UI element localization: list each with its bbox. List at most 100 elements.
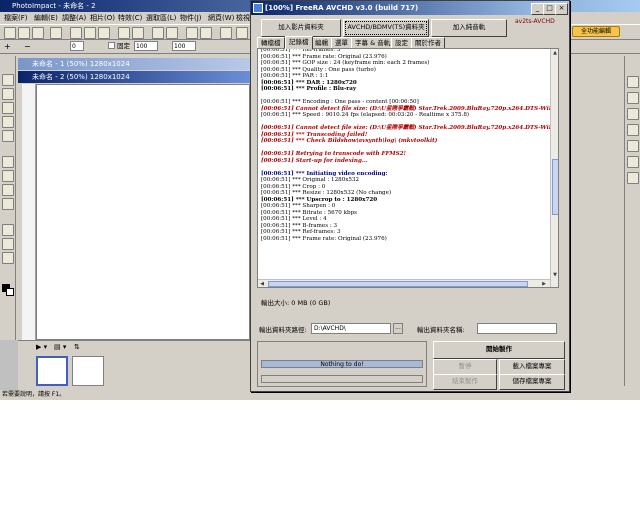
pick-tool-icon[interactable] bbox=[2, 74, 14, 86]
redo-icon[interactable] bbox=[132, 27, 144, 39]
paste-icon[interactable] bbox=[98, 27, 110, 39]
play-icon[interactable]: ▶ ▾ bbox=[36, 343, 47, 351]
progress-bar: Nothing to do! bbox=[261, 360, 423, 368]
panel-icon-5[interactable] bbox=[627, 140, 639, 152]
image-canvas[interactable] bbox=[36, 84, 250, 340]
log-vertical-scrollbar[interactable]: ▲ ▼ bbox=[550, 49, 558, 287]
menu-photo[interactable]: 相片(O) bbox=[90, 13, 115, 23]
app-title: PhotoImpact - 未命名 - 2 bbox=[12, 2, 96, 10]
menu-file[interactable]: 檔案(F) bbox=[4, 13, 28, 23]
text-tool-icon[interactable] bbox=[2, 116, 14, 128]
progress-area: Nothing to do! bbox=[257, 341, 427, 387]
document-window-1-title[interactable]: 未命名 - 1 (50%) 1280x1024 bbox=[18, 58, 250, 70]
scroll-up-icon[interactable]: ▲ bbox=[551, 49, 558, 57]
print-icon[interactable] bbox=[50, 27, 62, 39]
crop-tool-icon[interactable] bbox=[2, 102, 14, 114]
freera-dialog: [100%] FreeRA AVCHD v3.0 (build 717) _ □… bbox=[250, 0, 570, 392]
secondary-progress-bar bbox=[261, 375, 423, 383]
ruler-icon[interactable] bbox=[200, 27, 212, 39]
document-manager-tab[interactable] bbox=[0, 340, 18, 390]
output-folder-input[interactable]: D:\AVCHD\ bbox=[311, 323, 391, 334]
version-note: av2ts-AVCHD bbox=[515, 18, 555, 25]
scroll-down-icon[interactable]: ▼ bbox=[551, 271, 558, 279]
output-size-label: 輸出大小: 0 MB (0 GB) bbox=[261, 299, 331, 307]
eye-tool-icon[interactable] bbox=[2, 156, 14, 168]
help-icon[interactable] bbox=[220, 27, 232, 39]
log-horizontal-scrollbar[interactable]: ◀ ▶ bbox=[258, 279, 550, 287]
avchd-folder-button[interactable]: AVCHD/BDMV(TS)資料夾 bbox=[343, 19, 429, 37]
grid-icon[interactable] bbox=[186, 27, 198, 39]
tool-panel bbox=[0, 56, 16, 346]
menu-web[interactable]: 網頁(W) bbox=[208, 13, 234, 23]
save-file-icon[interactable] bbox=[32, 27, 44, 39]
log-line: [00:06:51] Cannot detect file size: (D:\… bbox=[261, 125, 558, 131]
eraser-tool-icon[interactable] bbox=[2, 198, 14, 210]
fill-tool-icon[interactable] bbox=[2, 252, 14, 264]
status-text: 若需要說明，請按 F1。 bbox=[2, 391, 66, 398]
toolbar-value-field[interactable]: 0 bbox=[70, 41, 84, 51]
cut-icon[interactable] bbox=[70, 27, 82, 39]
dialog-title: [100%] FreeRA AVCHD v3.0 (build 717) bbox=[265, 4, 419, 12]
document-2-label: 未命名 - 2 (50%) 1280x1024 bbox=[32, 73, 130, 81]
background-color-swatch[interactable] bbox=[6, 288, 14, 296]
lasso-tool-icon[interactable] bbox=[2, 88, 14, 100]
document-1-label: 未命名 - 1 (50%) 1280x1024 bbox=[32, 60, 130, 68]
undo-icon[interactable] bbox=[118, 27, 130, 39]
app-icon bbox=[253, 3, 263, 13]
clone-tool-icon[interactable] bbox=[2, 184, 14, 196]
menu-effect[interactable]: 特效(C) bbox=[118, 13, 142, 23]
load-project-button[interactable]: 載入檔案專案 bbox=[499, 359, 565, 375]
list-view-icon[interactable]: ▤ ▾ bbox=[54, 343, 66, 351]
document-thumbnail-1[interactable] bbox=[36, 356, 68, 386]
menu-object[interactable]: 物件(J) bbox=[180, 13, 202, 23]
menu-adjust[interactable]: 調整(A) bbox=[62, 13, 86, 23]
scroll-left-icon[interactable]: ◀ bbox=[258, 280, 266, 287]
log-textbox[interactable]: [00:06:51] *** Ref-frames: 3 [00:06:51] *… bbox=[257, 48, 559, 288]
dialog-title-bar[interactable]: [100%] FreeRA AVCHD v3.0 (build 717) bbox=[251, 1, 569, 15]
menu-edit[interactable]: 編輯(E) bbox=[34, 13, 58, 23]
output-name-input[interactable] bbox=[477, 323, 557, 334]
pause-button[interactable]: 暫停 bbox=[433, 359, 497, 375]
panel-icon-2[interactable] bbox=[627, 92, 639, 104]
log-hscroll-thumb[interactable] bbox=[268, 281, 528, 287]
copy-icon[interactable] bbox=[84, 27, 96, 39]
brush-tool-icon[interactable] bbox=[2, 170, 14, 182]
fixed-checkbox[interactable] bbox=[108, 42, 115, 49]
vertical-ruler bbox=[22, 84, 36, 340]
width-field[interactable]: 100 bbox=[134, 41, 158, 51]
panel-icon-7[interactable] bbox=[627, 172, 639, 184]
scroll-right-icon[interactable]: ▶ bbox=[540, 280, 548, 287]
output-name-label: 輸出資料夾名稱: bbox=[417, 326, 465, 334]
log-lines: [00:06:51] *** Ref-frames: 3 [00:06:51] *… bbox=[261, 49, 558, 242]
stop-button[interactable]: 結束製作 bbox=[433, 374, 497, 390]
log-scroll-thumb[interactable] bbox=[552, 159, 558, 215]
palette-icon[interactable] bbox=[166, 27, 178, 39]
web-icon[interactable] bbox=[236, 27, 248, 39]
height-field[interactable]: 100 bbox=[172, 41, 196, 51]
panel-icon-3[interactable] bbox=[627, 108, 639, 120]
quick-command-panel bbox=[624, 56, 640, 386]
browse-button[interactable]: ... bbox=[393, 323, 403, 334]
full-edit-mode-button[interactable]: 全功能編輯 bbox=[572, 26, 620, 37]
zoom-icon[interactable] bbox=[152, 27, 164, 39]
panel-icon-4[interactable] bbox=[627, 124, 639, 136]
add-icon[interactable]: + bbox=[4, 42, 11, 51]
zoom-tool-icon[interactable] bbox=[2, 224, 14, 236]
remove-icon[interactable]: − bbox=[24, 42, 31, 51]
new-file-icon[interactable] bbox=[4, 27, 16, 39]
save-project-button[interactable]: 儲存檔案專案 bbox=[499, 374, 565, 390]
eyedropper-tool-icon[interactable] bbox=[2, 238, 14, 250]
close-icon[interactable]: × bbox=[555, 3, 568, 15]
panel-icon-6[interactable] bbox=[627, 156, 639, 168]
start-button[interactable]: 開始製作 bbox=[433, 341, 565, 359]
transform-tool-icon[interactable] bbox=[2, 130, 14, 142]
document-window-2-title[interactable]: 未命名 - 2 (50%) 1280x1024 bbox=[18, 71, 250, 83]
document-thumbnail-2[interactable] bbox=[72, 356, 104, 386]
sort-icon[interactable]: ⇅ bbox=[74, 343, 80, 351]
panel-icon-1[interactable] bbox=[627, 76, 639, 88]
open-file-icon[interactable] bbox=[18, 27, 30, 39]
add-video-folder-button[interactable]: 加入影片資料夾 bbox=[261, 19, 341, 37]
menu-selection[interactable]: 選取區(L) bbox=[146, 13, 176, 23]
tab-log[interactable]: 記錄檔 bbox=[285, 36, 313, 49]
add-audio-button[interactable]: 加入純音軌 bbox=[431, 19, 507, 37]
